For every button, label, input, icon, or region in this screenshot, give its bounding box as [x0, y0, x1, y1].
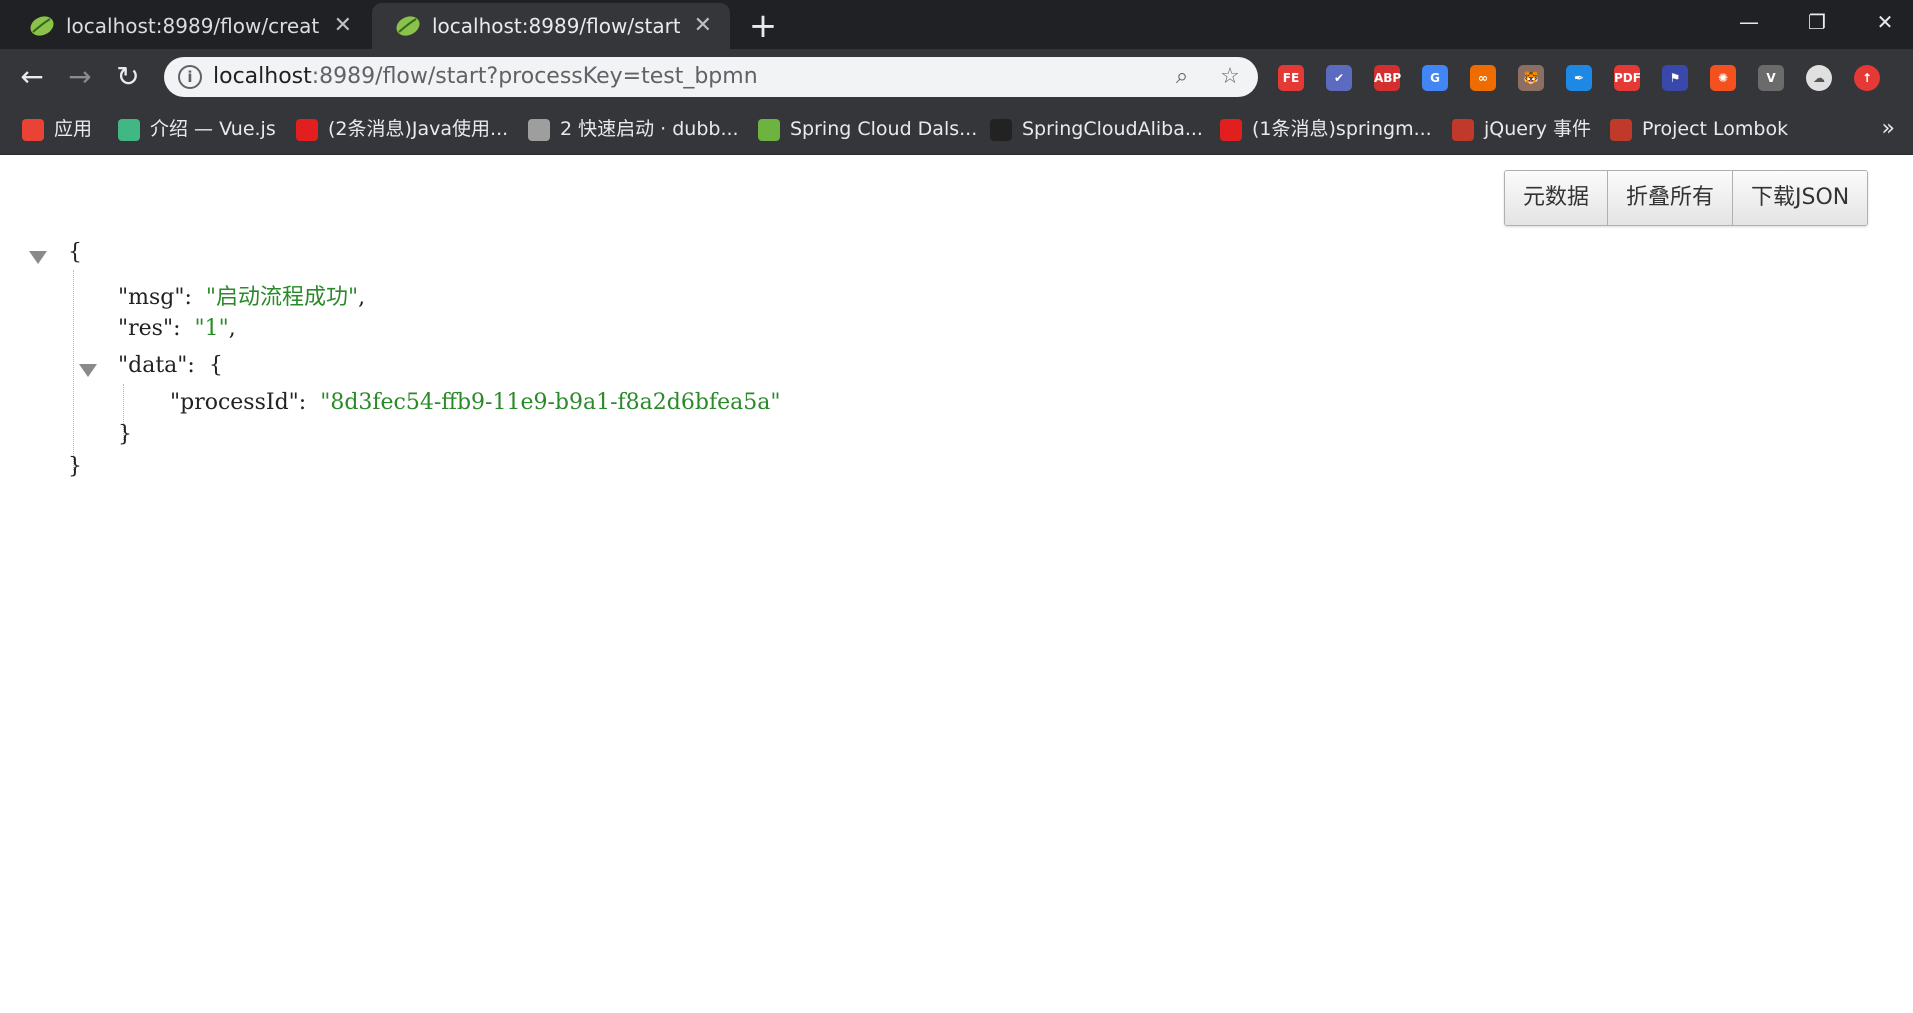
json-row-msg: "msg": "启动流程成功", [118, 279, 365, 311]
bookmark-item[interactable]: (2条消息)Java使用... [296, 106, 508, 152]
json-key-msg: "msg": [118, 285, 192, 310]
restore-icon[interactable]: ❐ [1783, 0, 1851, 46]
check-circle-icon[interactable]: ✔ [1326, 65, 1352, 91]
info-icon[interactable]: i [178, 65, 202, 89]
json-value-processId: "8d3fec54-ffb9-11e9-b9a1-f8a2d6bfea5a" [320, 390, 781, 415]
json-row-data: "data": { [118, 353, 223, 378]
root-guide-line [73, 270, 74, 470]
title-bar: localhost:8989/flow/create ✕ localhost:8… [0, 0, 1913, 49]
update-icon[interactable]: ↑ [1854, 65, 1880, 91]
bookmark-item[interactable]: (1条消息)springm... [1220, 106, 1432, 152]
adblock-plus-icon[interactable]: ABP [1374, 65, 1401, 91]
json-value-msg: "启动流程成功" [205, 285, 359, 310]
bookmark-label: 介绍 — Vue.js [150, 118, 276, 140]
bookmark-item[interactable]: jQuery 事件 [1452, 106, 1591, 152]
json-comma: , [228, 316, 236, 341]
google-translate-icon[interactable]: G [1422, 65, 1448, 91]
more-bookmarks-icon[interactable]: » [1882, 106, 1895, 152]
bookmark-label: SpringCloudAliba... [1022, 118, 1203, 140]
raw-data-button[interactable]: 元数据 [1505, 171, 1609, 225]
spring-leaf-icon [30, 16, 54, 36]
back-icon[interactable]: ← [14, 59, 50, 95]
github-icon [990, 118, 1012, 141]
spring-cloud-icon [758, 118, 780, 141]
root-close-brace: } [68, 454, 82, 479]
book-icon [528, 118, 550, 141]
tab-title: localhost:8989/flow/create [66, 14, 320, 38]
bookmark-item[interactable]: SpringCloudAliba... [990, 106, 1203, 152]
vue-icon [118, 118, 140, 141]
close-icon[interactable]: ✕ [694, 3, 712, 49]
bookmark-star-icon[interactable]: ☆ [1216, 63, 1244, 91]
download-json-button[interactable]: 下载JSON [1733, 171, 1868, 225]
bookmark-item[interactable]: 介绍 — Vue.js [118, 106, 276, 152]
tab-title: localhost:8989/flow/start?processKey=tes… [432, 14, 680, 38]
fe-helper-icon[interactable]: FE [1278, 65, 1304, 91]
tiger-icon[interactable]: 🐯 [1518, 65, 1544, 91]
root-open-brace: { [68, 240, 82, 265]
pdf-icon[interactable]: PDF [1614, 65, 1641, 91]
flag-icon[interactable]: ⚑ [1662, 65, 1688, 91]
bookmark-label: Project Lombok [1642, 118, 1789, 140]
tab-flow-start[interactable]: localhost:8989/flow/start?processKey=tes… [372, 3, 730, 49]
reload-icon[interactable]: ↻ [110, 59, 146, 95]
bookmarks-bar: 应用 介绍 — Vue.js (2条消息)Java使用... 2 快速启动 · dub… [0, 106, 1913, 155]
zoom-icon[interactable]: ⌕ [1168, 63, 1196, 91]
collapse-toggle-root-icon[interactable] [29, 251, 47, 264]
address-bar[interactable]: i localhost:8989/flow/start?processKey=t… [164, 57, 1258, 97]
vue-devtools-icon[interactable]: V [1758, 65, 1784, 91]
url-host: localhost [213, 64, 312, 89]
json-key-data: "data": [118, 353, 195, 378]
tab-flow-create[interactable]: localhost:8989/flow/create ✕ [6, 3, 370, 49]
bookmark-label: Spring Cloud Dals... [790, 118, 978, 140]
json-key-processId: "processId": [170, 390, 307, 415]
close-icon[interactable]: ✕ [334, 3, 352, 49]
spring-leaf-icon [396, 16, 420, 36]
json-key-res: "res": [118, 316, 181, 341]
apps-grid-icon [22, 118, 44, 141]
bookmark-label: jQuery 事件 [1484, 118, 1592, 140]
csdn-icon [296, 118, 318, 141]
bookmark-item[interactable]: 2 快速启动 · dubb... [528, 106, 739, 152]
json-viewer-toolbar: 元数据 折叠所有 下载JSON [1504, 170, 1869, 226]
bookmark-label: 2 快速启动 · dubb... [560, 118, 739, 140]
data-open-brace: { [208, 353, 223, 378]
json-row-res: "res": "1", [118, 316, 236, 341]
infinity-icon[interactable]: ∞ [1470, 65, 1496, 91]
minimize-icon[interactable]: — [1715, 0, 1783, 46]
forward-icon[interactable]: → [62, 59, 98, 95]
collapse-all-button[interactable]: 折叠所有 [1608, 171, 1734, 225]
browser-toolbar: ← → ↻ i localhost:8989/flow/start?proces… [0, 49, 1913, 106]
url-text[interactable]: localhost:8989/flow/start?processKey=tes… [213, 57, 758, 97]
json-row-processId: "processId": "8d3fec54-ffb9-11e9-b9a1-f8… [170, 390, 780, 415]
feather-icon[interactable]: ✒ [1566, 65, 1592, 91]
w3-icon [1452, 118, 1474, 141]
bookmark-item[interactable]: Spring Cloud Dals... [758, 106, 977, 152]
bookmark-label: 应用 [54, 118, 93, 140]
close-window-icon[interactable]: ✕ [1851, 0, 1913, 46]
lombok-icon [1610, 118, 1632, 141]
weather-icon[interactable]: ☁ [1806, 65, 1832, 91]
bookmark-item[interactable]: 应用 [22, 106, 92, 152]
collapse-toggle-data-icon[interactable] [79, 364, 97, 377]
data-close-brace: } [118, 422, 132, 447]
csdn-icon [1220, 118, 1242, 141]
json-value-res: "1" [194, 316, 229, 341]
json-comma: , [358, 285, 366, 310]
bookmark-label: (1条消息)springm... [1252, 118, 1432, 140]
bookmark-item[interactable]: Project Lombok [1610, 106, 1788, 152]
new-tab-button[interactable]: + [745, 8, 781, 44]
url-path: :8989/flow/start?processKey=test_bpmn [311, 64, 758, 89]
orange-swirl-icon[interactable]: ✺ [1710, 65, 1736, 91]
bookmark-label: (2条消息)Java使用... [328, 118, 509, 140]
